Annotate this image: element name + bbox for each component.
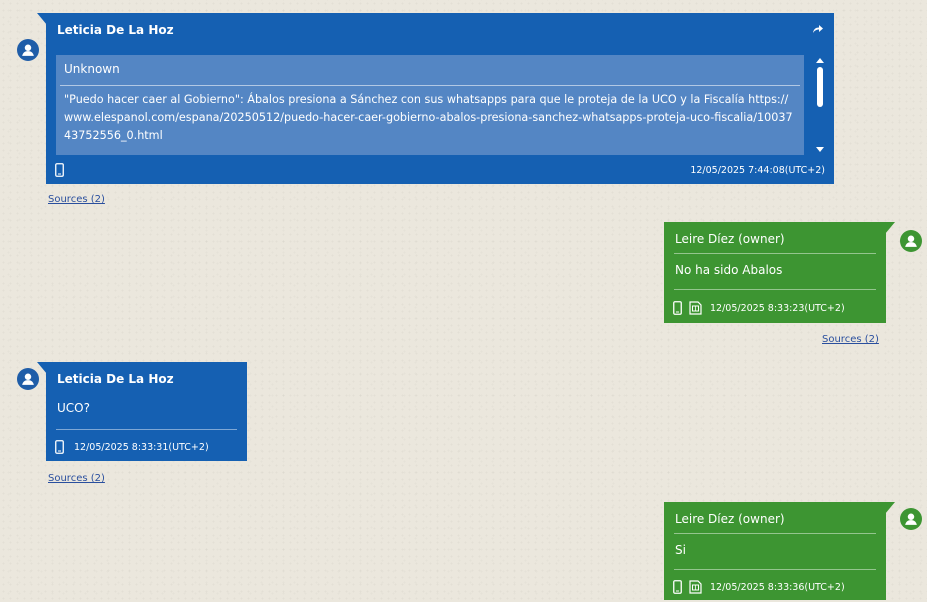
share-icon[interactable]: [812, 19, 824, 38]
sender-name: Leire Díez (owner): [675, 512, 785, 526]
message-timestamp: 12/05/2025 7:44:08(UTC+2): [690, 164, 825, 176]
sender-name: Leticia De La Hoz: [57, 23, 174, 37]
quoted-message-card[interactable]: Unknown "Puedo hacer caer al Gobierno": …: [56, 55, 804, 155]
card-divider: [60, 85, 800, 86]
user-icon: [905, 513, 917, 525]
message-timestamp: 12/05/2025 8:33:36(UTC+2): [710, 581, 845, 593]
phone-icon: [673, 301, 682, 315]
message-bubble[interactable]: Leire Díez (owner) No ha sido Abalos 12/…: [664, 222, 895, 323]
phone-icon: [55, 440, 64, 454]
user-icon: [22, 373, 34, 385]
sender-name: Leticia De La Hoz: [57, 372, 174, 386]
sender-name: Leire Díez (owner): [675, 232, 785, 246]
user-icon: [22, 44, 34, 56]
sender-avatar: [17, 368, 39, 390]
sim-card-icon: [689, 301, 702, 315]
message-bubble[interactable]: Leticia De La Hoz UCO? 12/05/2025 8:33:3…: [37, 362, 247, 461]
sim-card-icon: [689, 580, 702, 594]
message-footer: 12/05/2025 8:33:31(UTC+2): [55, 440, 238, 454]
owner-avatar: [900, 230, 922, 252]
phone-icon: [673, 580, 682, 594]
sources-link[interactable]: Sources (2): [48, 473, 105, 484]
user-icon: [905, 235, 917, 247]
message-footer: 12/05/2025 8:33:23(UTC+2): [673, 301, 877, 315]
owner-avatar: [900, 508, 922, 530]
sender-avatar: [17, 39, 39, 61]
message-footer: 12/05/2025 7:44:08(UTC+2): [55, 163, 825, 177]
scroll-up-arrow-icon[interactable]: [816, 58, 824, 63]
phone-icon: [55, 163, 64, 177]
quoted-message-text: "Puedo hacer caer al Gobierno": Ábalos p…: [64, 93, 793, 142]
message-footer: 12/05/2025 8:33:36(UTC+2): [673, 580, 877, 594]
scroll-down-arrow-icon[interactable]: [816, 147, 824, 152]
message-text: UCO?: [57, 401, 90, 415]
card-scrollbar[interactable]: [814, 55, 826, 155]
message-bubble[interactable]: Leticia De La Hoz Unknown "Puedo hacer c…: [37, 13, 834, 184]
message-text: Si: [675, 543, 686, 557]
message-bubble[interactable]: Leire Díez (owner) Si 12/05/2025 8:33:36…: [664, 502, 895, 600]
sources-link[interactable]: Sources (2): [822, 334, 879, 345]
scroll-thumb[interactable]: [817, 67, 823, 107]
quoted-message-title: Unknown: [64, 62, 120, 76]
message-timestamp: 12/05/2025 8:33:23(UTC+2): [710, 302, 845, 314]
message-text: No ha sido Abalos: [675, 263, 783, 277]
sources-link[interactable]: Sources (2): [48, 194, 105, 205]
message-timestamp: 12/05/2025 8:33:31(UTC+2): [74, 441, 209, 453]
